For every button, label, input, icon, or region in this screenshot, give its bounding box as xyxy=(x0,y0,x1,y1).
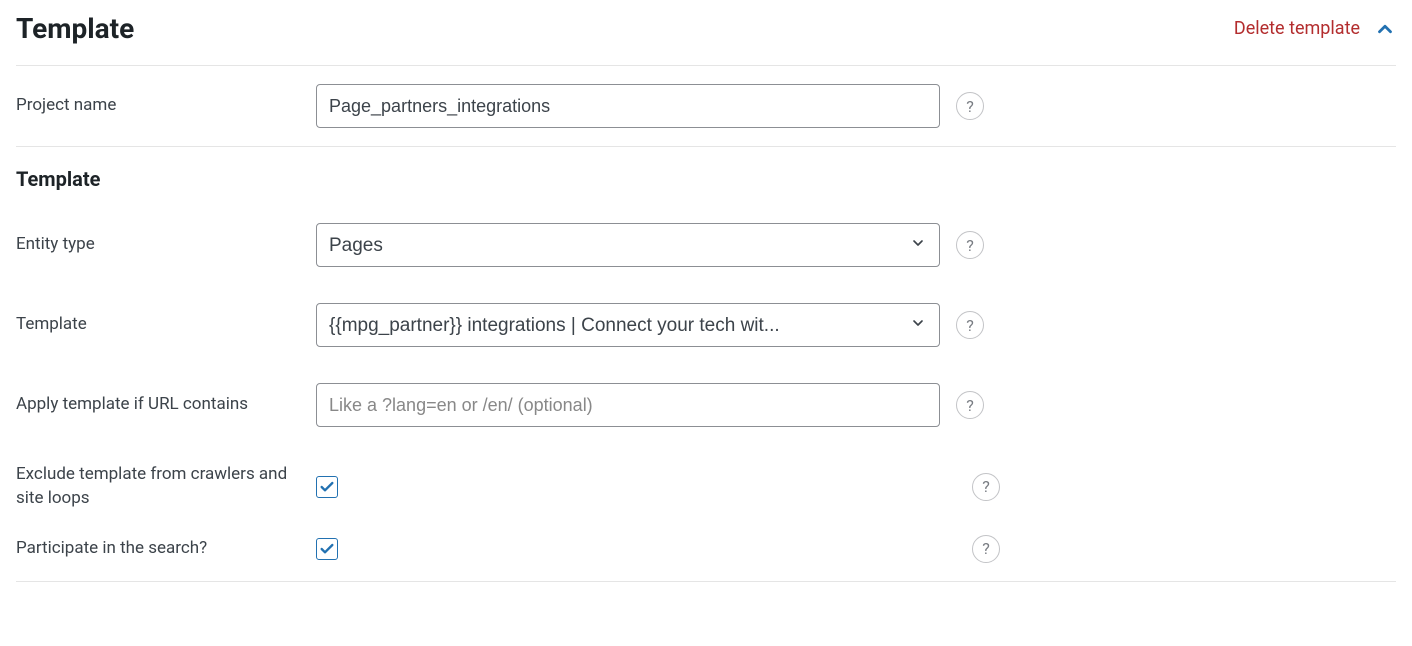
delete-template-link[interactable]: Delete template xyxy=(1234,18,1360,39)
entity-type-select[interactable]: Pages xyxy=(316,223,940,267)
participate-search-label: Participate in the search? xyxy=(16,537,316,561)
question-mark-icon: ? xyxy=(966,97,974,116)
template-select[interactable]: {{mpg_partner}} integrations | Connect y… xyxy=(316,303,940,347)
question-mark-icon: ? xyxy=(982,477,990,496)
exclude-crawlers-checkbox[interactable] xyxy=(316,476,338,498)
apply-url-label: Apply template if URL contains xyxy=(16,393,316,417)
help-icon[interactable]: ? xyxy=(956,391,984,419)
question-mark-icon: ? xyxy=(966,396,974,415)
template-select-label: Template xyxy=(16,313,316,337)
chevron-up-icon xyxy=(1374,18,1396,40)
page-title: Template xyxy=(16,12,134,45)
template-subheading: Template xyxy=(16,147,1396,205)
check-icon xyxy=(319,541,335,557)
question-mark-icon: ? xyxy=(966,236,974,255)
help-icon[interactable]: ? xyxy=(972,535,1000,563)
exclude-crawlers-label: Exclude template from crawlers and site … xyxy=(16,463,316,511)
project-name-label: Project name xyxy=(16,94,316,118)
check-icon xyxy=(319,479,335,495)
help-icon[interactable]: ? xyxy=(956,311,984,339)
collapse-toggle[interactable] xyxy=(1374,18,1396,40)
help-icon[interactable]: ? xyxy=(956,231,984,259)
help-icon[interactable]: ? xyxy=(956,92,984,120)
project-name-input[interactable] xyxy=(316,84,940,128)
question-mark-icon: ? xyxy=(982,539,990,558)
divider xyxy=(16,581,1396,582)
participate-search-checkbox[interactable] xyxy=(316,538,338,560)
apply-url-input[interactable] xyxy=(316,383,940,427)
entity-type-label: Entity type xyxy=(16,233,316,257)
question-mark-icon: ? xyxy=(966,316,974,335)
help-icon[interactable]: ? xyxy=(972,473,1000,501)
